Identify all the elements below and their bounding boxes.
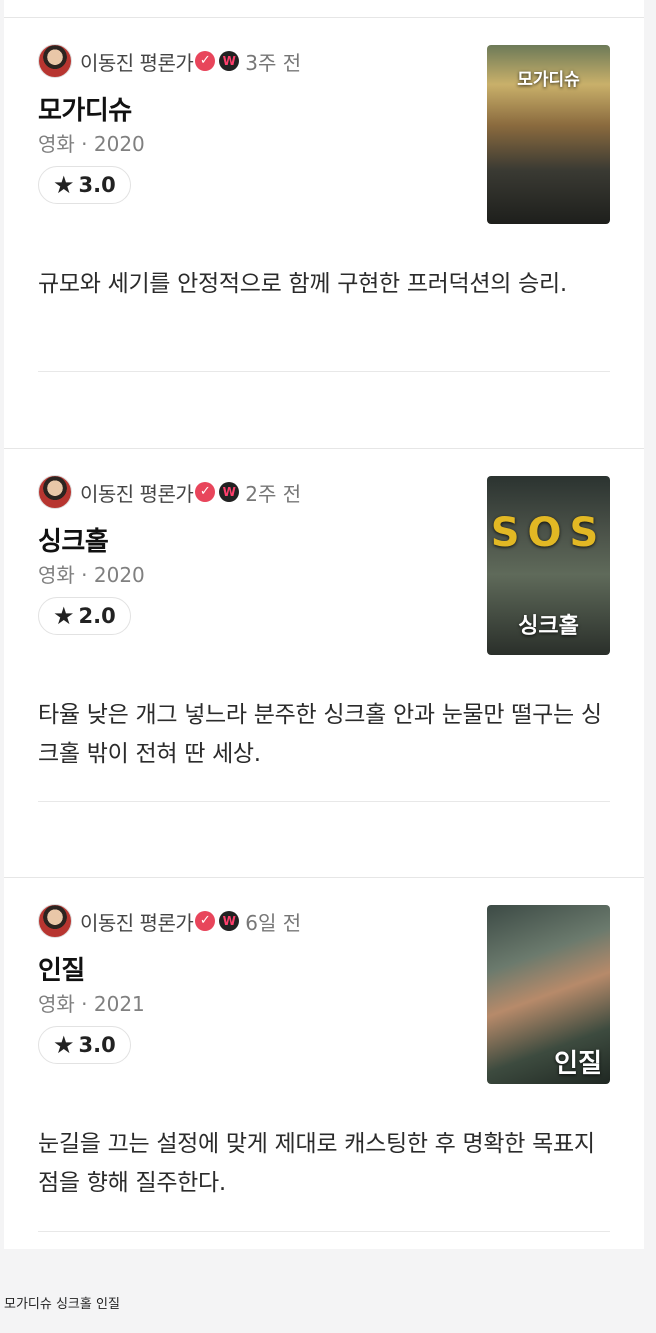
movie-meta: 영화 · 2020 <box>38 563 145 587</box>
review-time: 2주 전 <box>245 481 302 506</box>
card-top-border <box>4 17 644 18</box>
poster-sos-graphic: SOS <box>490 510 607 556</box>
review-comment[interactable]: 눈길을 끄는 설정에 맞게 제대로 캐스팅한 후 명확한 목표지점을 향해 질주… <box>38 1125 614 1203</box>
review-card[interactable]: 이동진 평론가 ✓ W 6일 전 인질 영화 · 2021 ★ 3.0 인질 눈… <box>4 877 644 1249</box>
rating-badge: ★ 2.0 <box>38 597 131 635</box>
movie-title[interactable]: 싱크홀 <box>38 521 109 558</box>
review-time: 3주 전 <box>245 50 302 75</box>
author-name[interactable]: 이동진 평론가 <box>80 478 194 507</box>
watcha-badge-icon: W <box>219 482 240 502</box>
check-badge-icon: ✓ <box>195 482 216 502</box>
author-name[interactable]: 이동진 평론가 <box>80 907 194 936</box>
review-time: 6일 전 <box>245 910 302 935</box>
movie-meta: 영화 · 2021 <box>38 992 145 1016</box>
check-badge-icon: ✓ <box>195 51 216 71</box>
movie-title[interactable]: 인질 <box>38 950 85 987</box>
movie-title[interactable]: 모가디슈 <box>38 90 132 127</box>
poster-title: 모가디슈 <box>517 70 580 90</box>
check-badge-icon: ✓ <box>195 911 216 931</box>
review-card[interactable]: 이동진 평론가 ✓ W 2주 전 싱크홀 영화 · 2020 ★ 2.0 SOS… <box>4 448 644 877</box>
rating-badge: ★ 3.0 <box>38 1026 131 1064</box>
review-comment[interactable]: 타율 낮은 개그 넣느라 분주한 싱크홀 안과 눈물만 떨구는 싱크홀 밖이 전… <box>38 696 614 774</box>
rating-badge: ★ 3.0 <box>38 166 131 204</box>
watcha-badge-icon: W <box>219 51 240 71</box>
movie-poster[interactable]: SOS 싱크홀 <box>487 476 610 655</box>
movie-meta: 영화 · 2020 <box>38 132 145 156</box>
avatar[interactable] <box>38 44 72 78</box>
watcha-badge-icon: W <box>219 911 240 931</box>
star-icon: ★ <box>53 171 75 199</box>
image-caption: 모가디슈 싱크홀 인질 <box>4 1297 120 1312</box>
card-top-border <box>4 448 644 449</box>
poster-title: 인질 <box>554 1049 602 1079</box>
review-card[interactable]: 이동진 평론가 ✓ W 3주 전 모가디슈 영화 · 2020 ★ 3.0 모가… <box>4 0 644 448</box>
rating-value: 2.0 <box>78 604 116 628</box>
author-row[interactable]: 이동진 평론가 ✓ W 2주 전 <box>38 475 301 509</box>
rating-value: 3.0 <box>78 1033 116 1057</box>
author-row[interactable]: 이동진 평론가 ✓ W 3주 전 <box>38 44 301 78</box>
movie-poster[interactable]: 모가디슈 <box>487 45 610 224</box>
author-row[interactable]: 이동진 평론가 ✓ W 6일 전 <box>38 904 301 938</box>
avatar[interactable] <box>38 475 72 509</box>
card-top-border <box>4 877 644 878</box>
poster-title: 싱크홀 <box>518 614 579 639</box>
star-icon: ★ <box>53 1031 75 1059</box>
avatar[interactable] <box>38 904 72 938</box>
rating-value: 3.0 <box>78 173 116 197</box>
review-comment[interactable]: 규모와 세기를 안정적으로 함께 구현한 프러덕션의 승리. <box>38 265 614 304</box>
divider <box>38 801 610 802</box>
author-name[interactable]: 이동진 평론가 <box>80 47 194 76</box>
movie-poster[interactable]: 인질 <box>487 905 610 1084</box>
divider <box>38 1231 610 1232</box>
star-icon: ★ <box>53 602 75 630</box>
divider <box>38 371 610 372</box>
